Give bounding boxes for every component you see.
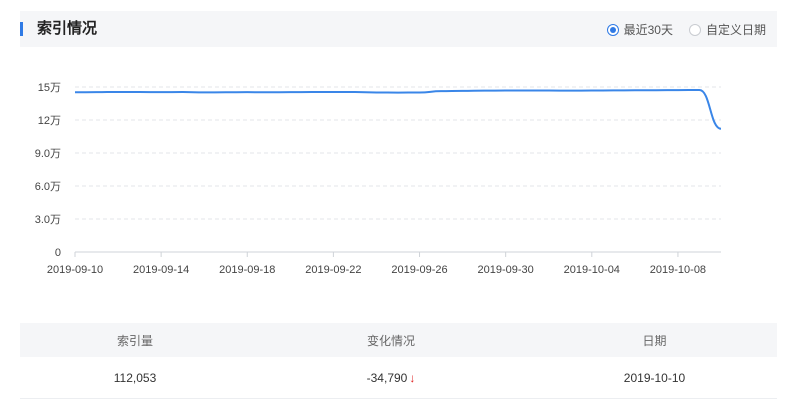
title-accent-bar: [20, 22, 23, 36]
y-tick-label: 15万: [38, 82, 61, 94]
header-date: 日期: [642, 333, 667, 348]
y-tick-label: 0: [55, 247, 61, 259]
cell-change: -34,790 ↓: [250, 371, 532, 385]
cell-index-count: 112,053: [113, 370, 157, 385]
x-tick-label: 2019-09-14: [133, 264, 189, 276]
header-index-count: 索引量: [116, 333, 153, 348]
table-row: 112,053 -34,790 ↓ 2019-10-10: [20, 357, 777, 399]
y-tick-label: 6.0万: [35, 181, 61, 193]
header-change: 变化情况: [366, 333, 415, 348]
x-tick-label: 2019-09-18: [219, 264, 275, 276]
section-title: 索引情况: [37, 20, 98, 37]
radio-dot-icon: [688, 23, 701, 36]
radio-dot-icon: [606, 23, 619, 36]
index-line-chart: 0 3.0万 6.0万 9.0万 12万 15万 2019-09-10 2019-09-14 2…: [0, 60, 799, 290]
arrow-down-icon: ↓: [409, 370, 416, 385]
y-tick-label: 12万: [38, 115, 61, 127]
cell-date: 2019-10-10: [623, 370, 686, 385]
radio-last-30-days[interactable]: 最近30天: [606, 21, 673, 38]
y-tick-label: 3.0万: [35, 214, 61, 226]
x-tick-label: 2019-09-22: [305, 264, 361, 276]
table-header: 索引量 变化情况 日期: [20, 323, 777, 357]
radio-custom-date[interactable]: 自定义日期: [688, 21, 766, 38]
section-header: 索引情况 最近30天 自定义日期: [20, 11, 777, 47]
date-range-selector: 最近30天 自定义日期: [591, 21, 766, 38]
y-tick-label: 9.0万: [35, 148, 61, 160]
radio-label: 最近30天: [623, 23, 673, 37]
x-tick-label: 2019-10-08: [650, 264, 706, 276]
radio-label: 自定义日期: [705, 23, 766, 37]
change-value: -34,790: [366, 370, 408, 385]
x-tick-label: 2019-09-30: [478, 264, 534, 276]
x-tick-label: 2019-09-10: [47, 264, 103, 276]
series-line: [74, 88, 722, 130]
chart-svg: 0 3.0万 6.0万 9.0万 12万 15万 2019-09-10 2019-09-14 2…: [35, 82, 722, 276]
index-table: 索引量 变化情况 日期 112,053 -34,790 ↓ 2019-10-10: [20, 323, 777, 399]
x-tick-label: 2019-10-04: [564, 264, 620, 276]
x-tick-label: 2019-09-26: [391, 264, 447, 276]
